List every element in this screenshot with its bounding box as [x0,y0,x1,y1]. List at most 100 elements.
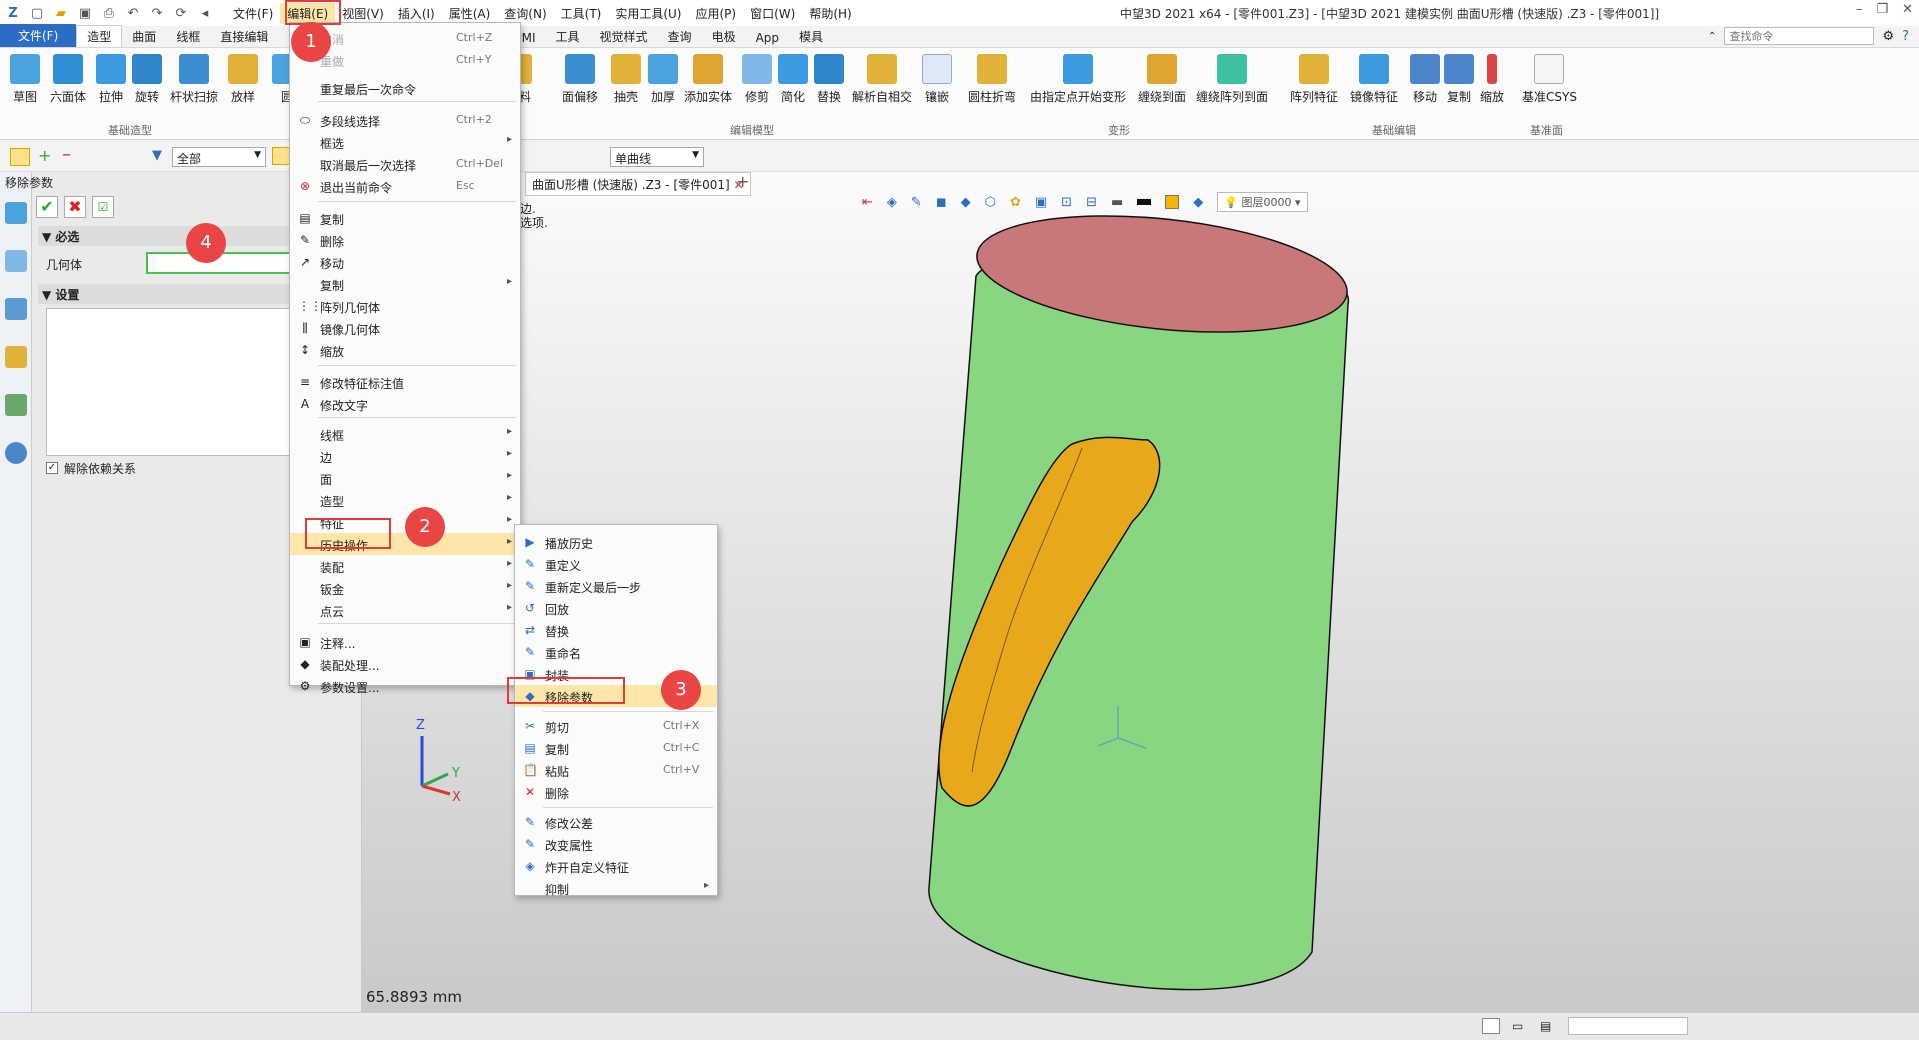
menu-help[interactable]: 帮助(H) [802,3,858,24]
ribbon-extrude[interactable]: 拉伸 [96,54,126,105]
filter-select[interactable]: 全部 ▼ [172,147,266,167]
history-menu-item[interactable]: ▶ 播放历史 [515,531,717,553]
edit-menu-item[interactable]: ≡ 修改特征标注值 [290,371,520,393]
new-file-icon[interactable]: ▢ [28,4,46,22]
ok-button[interactable]: ✔ [36,196,58,218]
chevron-left-icon[interactable]: ◂ [196,4,214,22]
history-menu-item[interactable]: ⇄ 替换 [515,619,717,641]
history-menu-item[interactable]: ✂ 剪切 Ctrl+X [515,715,717,737]
menu-view[interactable]: 视图(V) [335,3,391,24]
ribbon-box[interactable]: 六面体 [50,54,86,105]
history-manager-icon[interactable] [5,202,27,224]
open-folder-icon[interactable]: ▰ [52,4,70,22]
status-icon-1[interactable] [1482,1018,1500,1034]
menu-tools[interactable]: 工具(T) [554,3,609,24]
cube-filter-icon[interactable] [272,147,290,165]
minus-icon[interactable]: – [62,144,71,165]
menu-utility[interactable]: 实用工具(U) [608,3,688,24]
edit-menu-item[interactable]: ⫼ 镜像几何体 [290,317,520,339]
ribbon-mirror-feature[interactable]: 镜像特征 [1350,54,1398,105]
tab-visual-style[interactable]: 视觉样式 [590,26,658,47]
edit-menu-item[interactable]: 取消最后一次选择 Ctrl+Del [290,153,520,175]
menu-query[interactable]: 查询(N) [497,3,553,24]
view-manager-icon[interactable] [5,298,27,320]
minimize-icon[interactable]: – [1856,2,1863,17]
tab-surface[interactable]: 曲面 [122,26,166,47]
ribbon-revolve[interactable]: 旋转 [132,54,162,105]
ribbon-trim[interactable]: 修剪 [742,54,772,105]
chevron-up-icon[interactable]: ⌃ [1708,31,1716,42]
tab-wireframe[interactable]: 线框 [166,26,210,47]
edit-menu-item[interactable]: 装配 ▸ [290,555,520,577]
history-menu-item[interactable]: ✎ 修改公差 [515,811,717,833]
ribbon-cylinder-bend[interactable]: 圆柱折弯 [968,54,1016,105]
ribbon-simplify[interactable]: 简化 [778,54,808,105]
ribbon-move[interactable]: 移动 [1410,54,1440,105]
edit-menu-item[interactable]: 线框 ▸ [290,423,520,445]
edit-menu-item[interactable]: 重复最后一次命令 [290,77,520,99]
gear-icon[interactable]: ⚙ [1882,29,1894,44]
ribbon-pattern-feature[interactable]: 阵列特征 [1290,54,1338,105]
edit-menu-item[interactable]: ⊗ 退出当前命令 Esc [290,175,520,197]
user-icon[interactable] [5,442,27,464]
ribbon-replace[interactable]: 替换 [814,54,844,105]
ribbon-scale[interactable]: 缩放 [1480,54,1504,105]
filter-icon[interactable]: ▼ [152,148,162,163]
edit-menu-item[interactable]: 钣金 ▸ [290,577,520,599]
ribbon-deform-from-point[interactable]: 由指定点开始变形 [1030,54,1126,105]
history-menu-item[interactable]: ↺ 回放 [515,597,717,619]
ribbon-copy[interactable]: 复制 [1444,54,1474,105]
history-menu-item[interactable]: ✕ 删除 [515,781,717,803]
edit-menu-item[interactable]: ⚙ 参数设置... [290,675,520,697]
menu-file[interactable]: 文件(F) [226,3,280,24]
part-library-icon[interactable] [5,346,27,368]
tab-direct-edit[interactable]: 直接编辑 [210,26,278,47]
image-icon[interactable] [5,394,27,416]
edit-menu-item[interactable]: ▣ 注释... [290,631,520,653]
ribbon-face-offset[interactable]: 面偏移 [562,54,598,105]
history-menu-item[interactable]: ✎ 改变属性 [515,833,717,855]
app-logo-icon[interactable]: Z [4,4,22,22]
edit-menu-item[interactable]: 边 ▸ [290,445,520,467]
ribbon-shell[interactable]: 抽壳 [611,54,641,105]
restore-icon[interactable]: ❐ [1876,2,1888,17]
edit-menu-item[interactable]: ↗ 移动 [290,251,520,273]
ribbon-sweep[interactable]: 杆状扫掠 [170,54,218,105]
menu-apply[interactable]: 应用(P) [689,3,744,24]
edit-menu-item[interactable]: 面 ▸ [290,467,520,489]
history-menu-item[interactable]: 📋 粘贴 Ctrl+V [515,759,717,781]
ribbon-add-solid[interactable]: 添加实体 [684,54,732,105]
tab-query[interactable]: 查询 [658,26,702,47]
edit-menu-item[interactable]: ⋮⋮ 阵列几何体 [290,295,520,317]
select-arrow-icon[interactable] [10,148,30,166]
cancel-button[interactable]: ✖ [64,196,86,218]
ribbon-wrap-to-face[interactable]: 缠绕到面 [1138,54,1186,105]
ribbon-emboss[interactable]: 镶嵌 [922,54,952,105]
edit-menu-item[interactable]: A 修改文字 [290,393,520,415]
ribbon-thicken[interactable]: 加厚 [648,54,678,105]
history-menu-item[interactable]: ▤ 复制 Ctrl+C [515,737,717,759]
ribbon-loft[interactable]: 放样 [228,54,258,105]
curve-select[interactable]: 单曲线 ▼ [610,147,704,167]
edit-menu-item[interactable]: 造型 ▸ [290,489,520,511]
edit-menu-item[interactable]: 点云 ▸ [290,599,520,621]
ribbon-wrap-pattern[interactable]: 缠绕阵列到面 [1196,54,1268,105]
print-icon[interactable]: ⎙ [100,4,118,22]
edit-menu-item[interactable]: 复制 ▸ [290,273,520,295]
unlink-dependency-checkbox[interactable]: ✓ [46,462,58,474]
tab-tools[interactable]: 工具 [546,26,590,47]
edit-menu-item[interactable]: ✎ 删除 [290,229,520,251]
status-monitor-icon[interactable]: ▭ [1512,1019,1523,1033]
history-menu-item[interactable]: ✎ 重定义 [515,553,717,575]
edit-menu-item[interactable]: 框选 ▸ [290,131,520,153]
history-menu-item[interactable]: ✎ 重新定义最后一步 [515,575,717,597]
save-icon[interactable]: ▣ [76,4,94,22]
apply-button[interactable]: ☑ [92,196,114,218]
ribbon-sketch[interactable]: 草图 [10,54,40,105]
history-menu-item[interactable]: ✎ 重命名 [515,641,717,663]
tab-mold[interactable]: 模具 [789,26,833,47]
edit-menu-item[interactable]: ↕ 缩放 [290,339,520,361]
help-icon[interactable]: ? [1902,29,1909,44]
edit-menu-item[interactable]: ▤ 复制 [290,207,520,229]
assembly-manager-icon[interactable] [5,250,27,272]
